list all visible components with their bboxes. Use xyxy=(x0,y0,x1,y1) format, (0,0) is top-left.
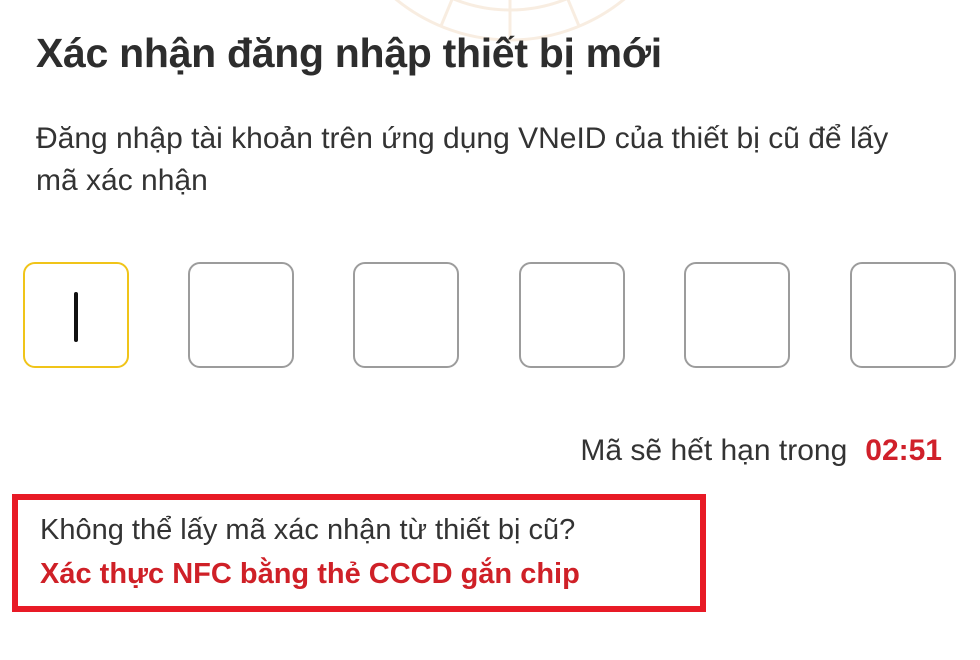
otp-digit-5[interactable] xyxy=(684,262,790,368)
otp-digit-6[interactable] xyxy=(850,262,956,368)
otp-digit-2[interactable] xyxy=(188,262,294,368)
otp-digit-4[interactable] xyxy=(519,262,625,368)
otp-digit-3[interactable] xyxy=(353,262,459,368)
otp-input-group xyxy=(23,262,957,368)
instruction-text: Đăng nhập tài khoản trên ứng dụng VNeID … xyxy=(36,122,889,197)
code-expiry: Mã sẽ hết hạn trong 02:51 xyxy=(580,434,942,468)
otp-verification-screen: Xác nhận đăng nhập thiết bị mới Đăng nhậ… xyxy=(0,0,980,660)
text-cursor xyxy=(74,292,78,342)
page-title: Xác nhận đăng nhập thiết bị mới xyxy=(36,30,662,76)
nfc-verification-link[interactable]: Xác thực NFC bằng thẻ CCCD gắn chip xyxy=(40,558,580,591)
otp-digit-1[interactable] xyxy=(23,262,129,368)
expiry-label: Mã sẽ hết hạn trong xyxy=(580,434,848,467)
alternative-verification-box: Không thể lấy mã xác nhận từ thiết bị cũ… xyxy=(12,494,706,612)
expiry-timer: 02:51 xyxy=(865,434,942,467)
help-question-text: Không thể lấy mã xác nhận từ thiết bị cũ… xyxy=(40,514,576,546)
